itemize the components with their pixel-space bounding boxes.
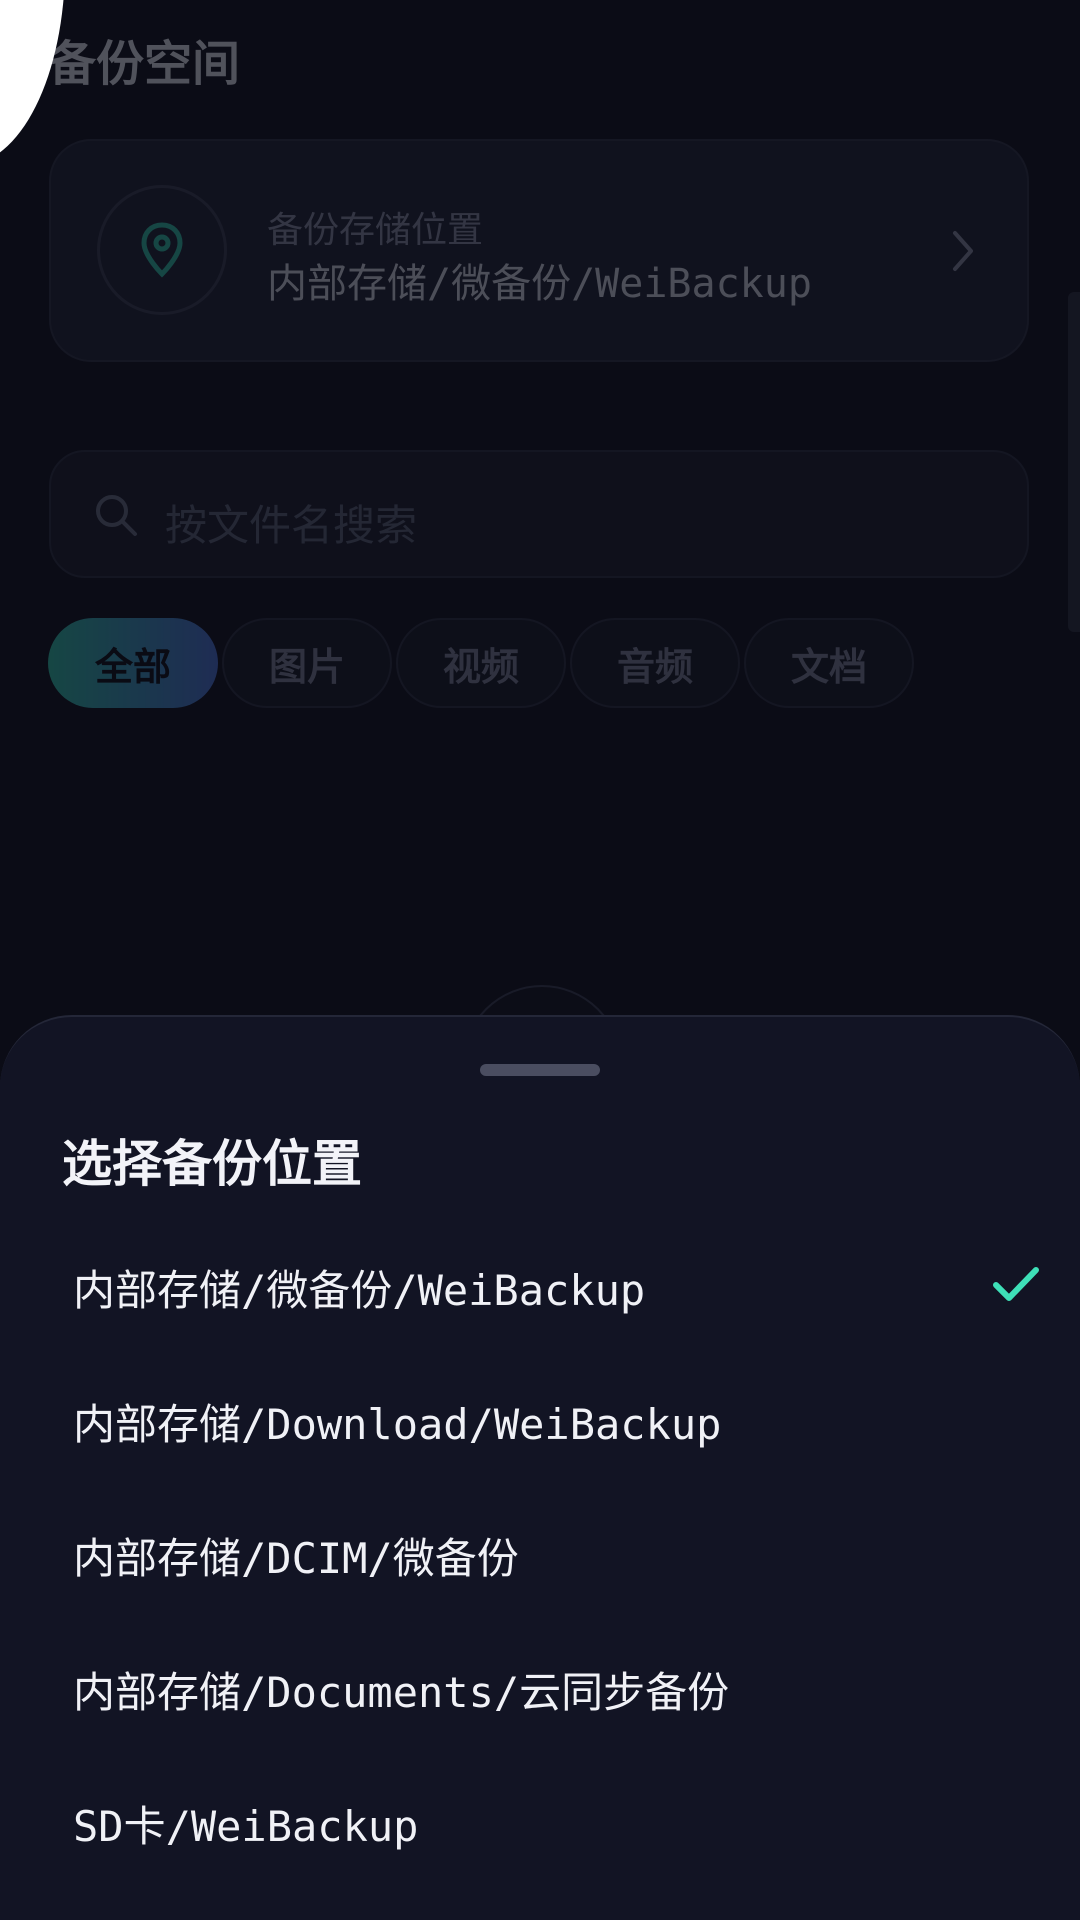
location-label: 备份存储位置 [267,210,484,251]
screen: 备份空间 备份存储位置 内部存储/微备份/WeiBackup 按文件名搜索 全部… [0,0,1080,1920]
scrollbar [1068,292,1080,632]
filter-chip-images[interactable]: 图片 [222,618,392,708]
search-icon [96,495,137,536]
filter-chips: 全部 图片 视频 音频 文档 [48,618,914,708]
location-option-label: SD卡/WeiBackup [73,1802,419,1851]
backup-location-card[interactable]: 备份存储位置 内部存储/微备份/WeiBackup [49,139,1029,362]
filter-chip-all[interactable]: 全部 [48,618,218,708]
location-option-label: 内部存储/Download/WeiBackup [73,1400,722,1449]
filter-chip-videos[interactable]: 视频 [396,618,566,708]
location-option[interactable]: SD卡/WeiBackup [0,1763,1080,1883]
location-option[interactable]: 内部存储/DCIM/微备份 [0,1495,1080,1615]
location-option[interactable]: 内部存储/Documents/云同步备份 [0,1629,1080,1749]
sheet-title: 选择备份位置 [62,1135,362,1193]
location-option-label: 内部存储/Documents/云同步备份 [73,1668,730,1717]
check-icon [993,1267,1039,1301]
location-option[interactable]: 内部存储/Download/WeiBackup [0,1361,1080,1481]
background-page: 备份空间 备份存储位置 内部存储/微备份/WeiBackup 按文件名搜索 全部… [0,0,1080,1145]
filter-chip-documents[interactable]: 文档 [744,618,914,708]
search-input[interactable]: 按文件名搜索 [49,450,1029,578]
location-option-label: 内部存储/DCIM/微备份 [73,1534,519,1583]
location-pin-icon [141,222,183,278]
filter-chip-audio[interactable]: 音频 [570,618,740,708]
location-option[interactable]: 内部存储/微备份/WeiBackup [0,1227,1080,1347]
page-title: 备份空间 [48,36,241,92]
location-path: 内部存储/微备份/WeiBackup [267,261,812,307]
location-icon-circle [97,185,227,315]
bottom-sheet: 选择备份位置 内部存储/微备份/WeiBackup 内部存储/Download/… [0,1015,1080,1920]
search-placeholder: 按文件名搜索 [165,501,418,550]
location-option-label: 内部存储/微备份/WeiBackup [73,1266,646,1315]
sheet-drag-handle[interactable] [480,1064,600,1076]
chevron-right-icon [953,231,973,271]
